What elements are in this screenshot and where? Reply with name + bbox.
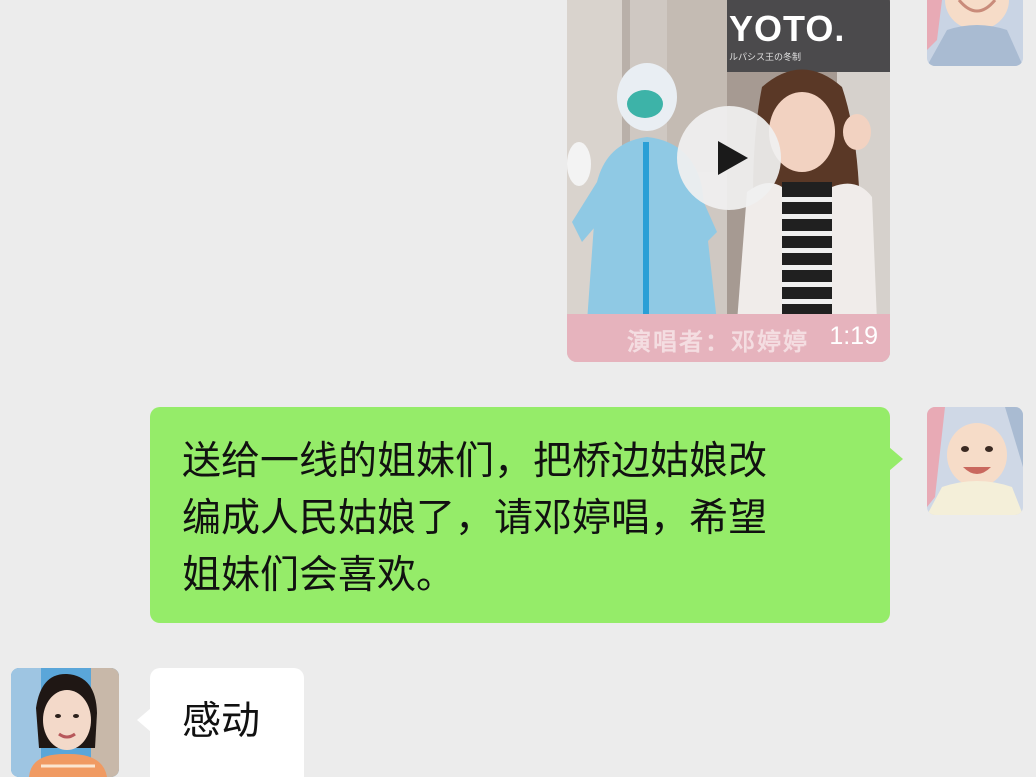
message-text: 感动 — [182, 699, 261, 744]
message-text: 送给一线的姐妹们，把桥边姑娘改 编成人民姑娘了，请邓婷唱，希望 姐妹们会喜欢。 — [182, 439, 768, 598]
avatar-self[interactable] — [927, 0, 1023, 66]
video-duration: 1:19 — [829, 322, 878, 350]
play-icon — [718, 141, 748, 175]
video-caption: 演唱者：邓婷婷 — [627, 328, 809, 356]
video-message[interactable]: YOTO. ルパシス王の冬制 演唱者：邓婷婷 1:19 — [567, 0, 890, 362]
video-brand-subtext: ルパシス王の冬制 — [729, 53, 802, 63]
play-button[interactable] — [677, 106, 781, 210]
woman-avatar-image — [11, 668, 119, 777]
avatar-contact[interactable] — [11, 668, 119, 777]
outgoing-text-message[interactable]: 送给一线的姐妹们，把桥边姑娘改 编成人民姑娘了，请邓婷唱，希望 姐妹们会喜欢。 — [150, 407, 903, 623]
baby-avatar-image — [927, 0, 1023, 66]
video-brand-text: YOTO. — [729, 8, 846, 49]
avatar-self[interactable] — [927, 407, 1023, 515]
incoming-text-message[interactable]: 感动 — [137, 668, 304, 777]
chat-message-list: YOTO. ルパシス王の冬制 演唱者：邓婷婷 1:19 送给一线的姐妹们，把桥边… — [0, 0, 1036, 777]
baby-avatar-image — [927, 407, 1023, 515]
